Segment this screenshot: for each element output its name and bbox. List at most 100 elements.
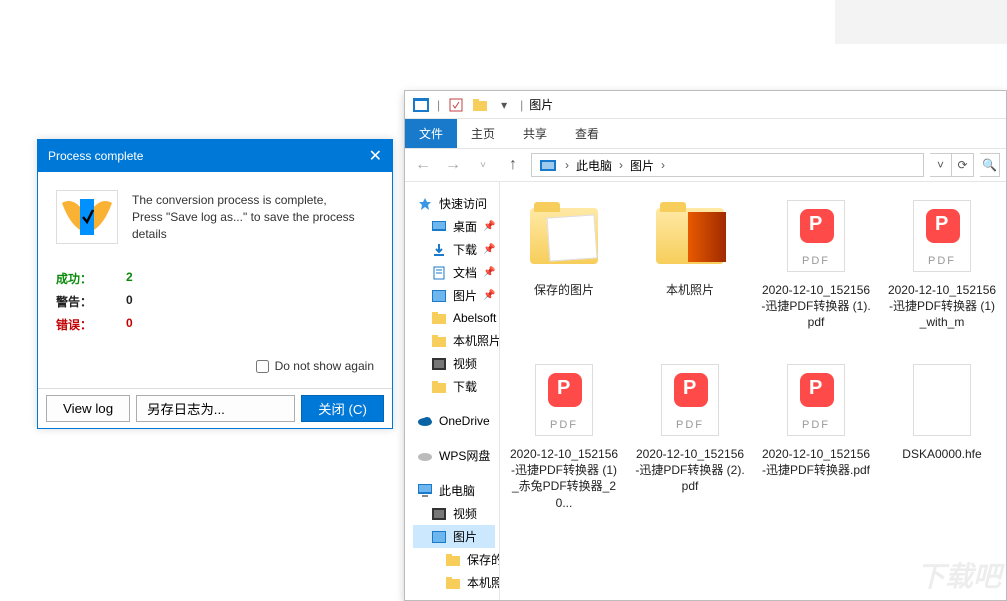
cloud-icon <box>417 448 433 464</box>
navigation-pane: 快速访问 桌面 📌 下载 📌 文档 📌 图片 📌 <box>405 182 500 600</box>
nav-quick-access[interactable]: 快速访问 <box>413 192 495 215</box>
tab-home[interactable]: 主页 <box>457 119 509 148</box>
close-button[interactable]: 关闭 (C) <box>301 395 384 422</box>
file-item[interactable]: P2020-12-10_152156-迅捷PDF转换器 (1)_with_m <box>886 196 998 354</box>
qat-dropdown-icon[interactable]: ▾ <box>494 95 514 115</box>
video-icon <box>431 506 447 522</box>
nav-localphoto2[interactable]: 本机照片 <box>413 571 495 594</box>
dont-show-checkbox[interactable] <box>256 360 269 373</box>
file-item[interactable]: 保存的图片 <box>508 196 620 354</box>
window-title: 图片 <box>529 96 553 113</box>
nav-downloads[interactable]: 下载 📌 <box>413 238 495 261</box>
success-label: 成功： <box>56 270 126 287</box>
save-log-as-button[interactable]: 另存日志为... <box>136 395 295 422</box>
nav-label: 本机照片 <box>467 574 500 591</box>
crumb-pictures[interactable]: 图片 <box>630 157 654 174</box>
file-item[interactable]: DSKA0000.hfe <box>886 360 998 518</box>
nav-abelsoft[interactable]: Abelsoft Easy <box>413 307 495 329</box>
nav-label: 此电脑 <box>439 482 475 499</box>
process-complete-dialog: Process complete ✕ The conversion proces… <box>37 139 393 429</box>
address-bar-row: ← → ˅ ↑ 此电脑 图片 ˅ ⟳ 🔍 <box>405 149 1006 182</box>
file-thumb <box>902 360 982 440</box>
close-icon[interactable]: ✕ <box>369 146 382 166</box>
star-icon <box>417 196 433 212</box>
nav-forward-icon[interactable]: → <box>441 156 465 174</box>
file-thumb: P <box>776 360 856 440</box>
file-name: 本机照片 <box>634 282 746 298</box>
file-item[interactable]: P2020-12-10_152156-迅捷PDF转换器 (2).pdf <box>634 360 746 518</box>
cloud-icon <box>417 413 433 429</box>
nav-tpc-pictures[interactable]: 图片 <box>413 525 495 548</box>
location-icon <box>538 155 558 175</box>
nav-documents[interactable]: 文档 📌 <box>413 261 495 284</box>
nav-up-icon[interactable]: ↑ <box>501 156 525 174</box>
nav-wps[interactable]: WPS网盘 <box>413 444 495 467</box>
file-item[interactable]: P 2020-12-10_152156-迅捷PDF转换器 (1).pdf <box>760 196 872 354</box>
tab-share[interactable]: 共享 <box>509 119 561 148</box>
pin-icon: 📌 <box>483 244 495 255</box>
dont-show-text: Do not show again <box>275 359 374 373</box>
ribbon-tabs: 文件 主页 共享 查看 <box>405 119 1006 149</box>
app-logo-icon <box>56 190 118 244</box>
dialog-message: The conversion process is complete, Pres… <box>132 190 374 244</box>
tab-file[interactable]: 文件 <box>405 119 457 148</box>
search-input[interactable]: 🔍 <box>980 153 1000 177</box>
nav-label: 视频 <box>453 355 477 372</box>
addr-dropdown-icon[interactable]: ˅ <box>930 153 952 177</box>
pc-icon <box>417 483 433 499</box>
file-item[interactable]: P2020-12-10_152156-迅捷PDF转换器 (1)_赤兔PDF转换器… <box>508 360 620 518</box>
download-icon <box>431 242 447 258</box>
nav-back-icon[interactable]: ← <box>411 156 435 174</box>
nav-label: 文档 <box>453 264 477 281</box>
crumb-thispc[interactable]: 此电脑 <box>576 157 612 174</box>
properties-icon[interactable] <box>446 95 466 115</box>
pictures-icon <box>431 529 447 545</box>
refresh-icon[interactable]: ⟳ <box>952 153 974 177</box>
nav-downloads2[interactable]: 下载 <box>413 375 495 398</box>
file-name: 2020-12-10_152156-迅捷PDF转换器 (1)_with_m <box>886 282 998 331</box>
file-name: 2020-12-10_152156-迅捷PDF转换器.pdf <box>760 446 872 478</box>
view-log-button[interactable]: View log <box>46 395 130 422</box>
address-bar[interactable]: 此电脑 图片 <box>531 153 924 177</box>
nav-desktop[interactable]: 桌面 📌 <box>413 215 495 238</box>
nav-label: 图片 <box>453 287 477 304</box>
title-sep: | <box>520 98 523 112</box>
nav-label: WPS网盘 <box>439 447 490 464</box>
file-name: 2020-12-10_152156-迅捷PDF转换器 (1)_赤兔PDF转换器_… <box>508 446 620 511</box>
window-titlebar: | ▾ | 图片 <box>405 91 1006 119</box>
nav-label: 桌面 <box>453 218 477 235</box>
folder-icon <box>431 310 447 326</box>
file-name: 保存的图片 <box>508 282 620 298</box>
nav-thispc[interactable]: 此电脑 <box>413 479 495 502</box>
file-item[interactable]: 本机照片 <box>634 196 746 354</box>
file-item[interactable]: P 2020-12-10_152156-迅捷PDF转换器.pdf <box>760 360 872 518</box>
nav-label: 图片 <box>453 528 477 545</box>
addr-root-chevron[interactable] <box>562 158 572 172</box>
addr-chevron-2[interactable] <box>658 158 668 172</box>
tab-view[interactable]: 查看 <box>561 119 613 148</box>
nav-tpc-videos[interactable]: 视频 <box>413 502 495 525</box>
nav-label: 快速访问 <box>439 195 487 212</box>
nav-videos[interactable]: 视频 <box>413 352 495 375</box>
desktop-icon <box>431 219 447 235</box>
dont-show-label[interactable]: Do not show again <box>256 359 374 373</box>
file-thumb: P <box>650 360 730 440</box>
file-thumb: P <box>776 196 856 276</box>
nav-label: OneDrive <box>439 414 490 428</box>
nav-localphoto[interactable]: 本机照片 <box>413 329 495 352</box>
folder-icon[interactable] <box>470 95 490 115</box>
dialog-title-text: Process complete <box>48 149 143 163</box>
document-icon <box>431 265 447 281</box>
nav-saved-pictures[interactable]: 保存的图片 <box>413 548 495 571</box>
warning-label: 警告： <box>56 293 126 310</box>
folder-icon <box>445 552 461 568</box>
file-name: 2020-12-10_152156-迅捷PDF转换器 (1).pdf <box>760 282 872 331</box>
nav-pictures[interactable]: 图片 📌 <box>413 284 495 307</box>
nav-label: 视频 <box>453 505 477 522</box>
addr-chevron-1[interactable] <box>616 158 626 172</box>
nav-label: 保存的图片 <box>467 551 500 568</box>
nav-recent-icon[interactable]: ˅ <box>471 160 495 171</box>
error-value: 0 <box>126 316 176 333</box>
nav-label: 下载 <box>453 378 477 395</box>
nav-onedrive[interactable]: OneDrive <box>413 410 495 432</box>
